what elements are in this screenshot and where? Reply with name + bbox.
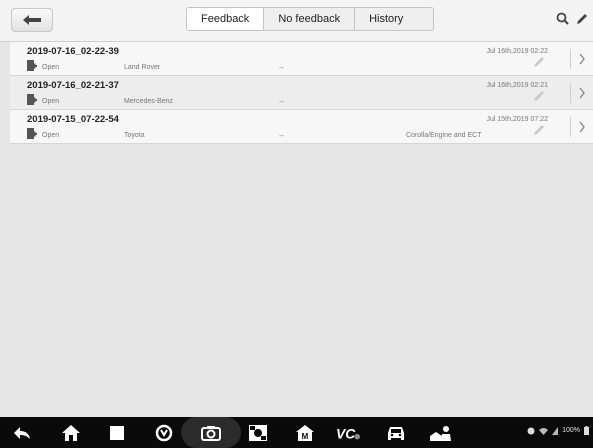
vci-button[interactable]: VC bbox=[336, 422, 360, 443]
search-icon[interactable] bbox=[555, 11, 571, 27]
tab-group: Feedback No feedback History bbox=[186, 7, 435, 31]
list-item[interactable]: 2019-07-16_02-21-37 Open Mercedes-Benz -… bbox=[10, 76, 593, 110]
divider bbox=[570, 49, 571, 69]
brightness-icon bbox=[249, 424, 267, 441]
back-arrow-icon bbox=[23, 15, 41, 25]
tab-no-feedback[interactable]: No feedback bbox=[264, 7, 356, 31]
camera-icon bbox=[201, 425, 221, 441]
record-date: Jul 16th,2019 02:21 bbox=[486, 82, 549, 89]
back-nav-icon bbox=[14, 426, 30, 439]
pencil-icon[interactable] bbox=[532, 56, 546, 68]
pencil-icon[interactable] bbox=[574, 11, 590, 27]
model-placeholder: -- bbox=[279, 131, 285, 140]
home-icon bbox=[62, 424, 80, 441]
browser-button[interactable] bbox=[152, 422, 176, 443]
vehicle-make: Mercedes-Benz bbox=[124, 98, 174, 105]
status-circle-icon bbox=[527, 427, 535, 434]
list-item[interactable]: 2019-07-15_07-22-54 Open Toyota -- Corol… bbox=[10, 110, 593, 144]
browser-icon bbox=[155, 424, 173, 441]
battery-level: 100% bbox=[562, 427, 580, 434]
status-text: Open bbox=[42, 64, 60, 71]
signal-icon bbox=[552, 426, 559, 435]
record-title: 2019-07-16_02-21-37 bbox=[27, 80, 119, 91]
recent-apps-button[interactable] bbox=[105, 422, 129, 443]
list-item[interactable]: 2019-07-16_02-22-39 Open Land Rover -- J… bbox=[10, 42, 593, 76]
chevron-right-icon[interactable] bbox=[578, 121, 586, 133]
model-placeholder: -- bbox=[279, 63, 285, 72]
record-list: 2019-07-16_02-22-39 Open Land Rover -- J… bbox=[10, 42, 593, 144]
chevron-right-icon[interactable] bbox=[578, 53, 586, 65]
tab-feedback[interactable]: Feedback bbox=[186, 7, 265, 31]
pencil-icon[interactable] bbox=[532, 124, 546, 136]
remote-expert-button[interactable] bbox=[428, 422, 452, 443]
vci-icon: VC bbox=[336, 425, 360, 441]
status-text: Open bbox=[42, 132, 60, 139]
record-title: 2019-07-16_02-22-39 bbox=[27, 46, 119, 57]
wifi-icon bbox=[539, 427, 549, 435]
pencil-icon[interactable] bbox=[532, 90, 546, 102]
record-date: Jul 16th,2019 02:22 bbox=[486, 48, 549, 55]
remote-expert-icon bbox=[430, 425, 451, 441]
maxifix-button[interactable]: M bbox=[293, 422, 317, 443]
status-text: Open bbox=[42, 98, 60, 105]
status-area: 100% bbox=[527, 426, 589, 435]
svg-text:M: M bbox=[302, 432, 309, 441]
vehicle-make: Land Rover bbox=[124, 64, 161, 71]
divider bbox=[570, 83, 571, 103]
car-icon bbox=[388, 426, 404, 440]
brightness-button[interactable] bbox=[246, 422, 270, 443]
record-date: Jul 15th,2019 07:22 bbox=[486, 116, 549, 123]
recent-apps-icon bbox=[110, 425, 124, 440]
record-title: 2019-07-15_07-22-54 bbox=[27, 114, 119, 125]
chevron-right-icon[interactable] bbox=[578, 87, 586, 99]
back-nav-button[interactable] bbox=[10, 422, 34, 443]
model-placeholder: -- bbox=[279, 97, 285, 106]
tab-history[interactable]: History bbox=[355, 7, 435, 31]
bottom-nav-bar: M VC 100% bbox=[0, 417, 593, 448]
svg-text:VC: VC bbox=[336, 425, 356, 440]
back-button[interactable] bbox=[11, 8, 53, 32]
vehicle-button[interactable] bbox=[384, 422, 408, 443]
camera-button[interactable] bbox=[199, 422, 223, 443]
document-icon bbox=[27, 128, 37, 139]
document-icon bbox=[27, 60, 37, 71]
document-icon bbox=[27, 94, 37, 105]
home-nav-button[interactable] bbox=[59, 422, 83, 443]
vehicle-system: Corolla/Engine and ECT bbox=[406, 132, 482, 139]
battery-icon bbox=[584, 426, 589, 435]
maxifix-home-icon: M bbox=[296, 424, 314, 441]
vehicle-make: Toyota bbox=[124, 132, 145, 139]
divider bbox=[570, 117, 571, 137]
top-bar: Feedback No feedback History bbox=[0, 0, 593, 42]
